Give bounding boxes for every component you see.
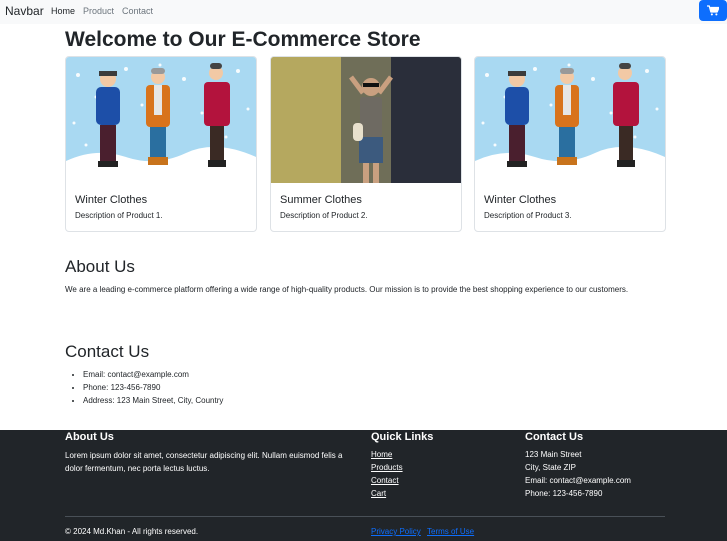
card-description: Description of Product 1.: [75, 211, 163, 220]
about-text: We are a leading e-commerce platform off…: [65, 285, 629, 294]
footer-link-home[interactable]: Home: [371, 450, 392, 459]
terms-of-use-link[interactable]: Terms of Use: [427, 527, 474, 536]
footer-divider: [65, 516, 665, 517]
card-description: Description of Product 2.: [280, 211, 368, 220]
nav-link-contact[interactable]: Contact: [122, 6, 153, 16]
winter-clothes-image: [475, 57, 665, 183]
footer-about-text: Lorem ipsum dolor sit amet, consectetur …: [65, 451, 343, 473]
footer: About Us Lorem ipsum dolor sit amet, con…: [0, 430, 727, 541]
privacy-policy-link[interactable]: Privacy Policy: [371, 527, 421, 536]
footer-link-products[interactable]: Products: [371, 463, 403, 472]
product-card-3[interactable]: Winter Clothes Description of Product 3.: [474, 56, 666, 232]
contact-email: Email: contact@example.com: [83, 368, 223, 381]
navbar: Navbar Home Product Contact: [0, 0, 727, 24]
footer-copyright: © 2024 Md.Khan - All rights reserved.: [65, 527, 199, 536]
cart-button[interactable]: [699, 0, 727, 21]
contact-list: Email: contact@example.com Phone: 123-45…: [65, 368, 223, 407]
card-title: Winter Clothes: [484, 194, 557, 206]
contact-address: Address: 123 Main Street, City, Country: [83, 394, 223, 407]
footer-city-line: City, State ZIP: [525, 463, 576, 472]
footer-address-line: 123 Main Street: [525, 450, 582, 459]
cart-icon: [707, 5, 719, 16]
footer-links: Home Products Contact Cart: [371, 448, 403, 500]
product-card-1[interactable]: Winter Clothes Description of Product 1.: [65, 56, 257, 232]
page-title: Welcome to Our E-Commerce Store: [65, 28, 421, 51]
navbar-brand[interactable]: Navbar: [5, 4, 44, 18]
about-title: About Us: [65, 257, 135, 276]
nav-link-home[interactable]: Home: [51, 6, 75, 16]
footer-links-title: Quick Links: [371, 431, 434, 443]
summer-clothes-image: [271, 57, 461, 183]
winter-clothes-image: [66, 57, 256, 183]
footer-contact: 123 Main Street City, State ZIP Email: c…: [525, 448, 631, 500]
card-title: Winter Clothes: [75, 194, 148, 206]
footer-link-contact[interactable]: Contact: [371, 476, 399, 485]
footer-about-title: About Us: [65, 431, 114, 443]
card-description: Description of Product 3.: [484, 211, 572, 220]
footer-email: Email: contact@example.com: [525, 476, 631, 485]
footer-link-cart[interactable]: Cart: [371, 489, 386, 498]
footer-phone: Phone: 123-456-7890: [525, 489, 603, 498]
contact-title: Contact Us: [65, 342, 150, 361]
product-card-2[interactable]: Summer Clothes Description of Product 2.: [270, 56, 462, 232]
nav-link-product[interactable]: Product: [83, 6, 114, 16]
footer-contact-title: Contact Us: [525, 431, 584, 443]
card-title: Summer Clothes: [280, 194, 362, 206]
contact-phone: Phone: 123-456-7890: [83, 381, 223, 394]
